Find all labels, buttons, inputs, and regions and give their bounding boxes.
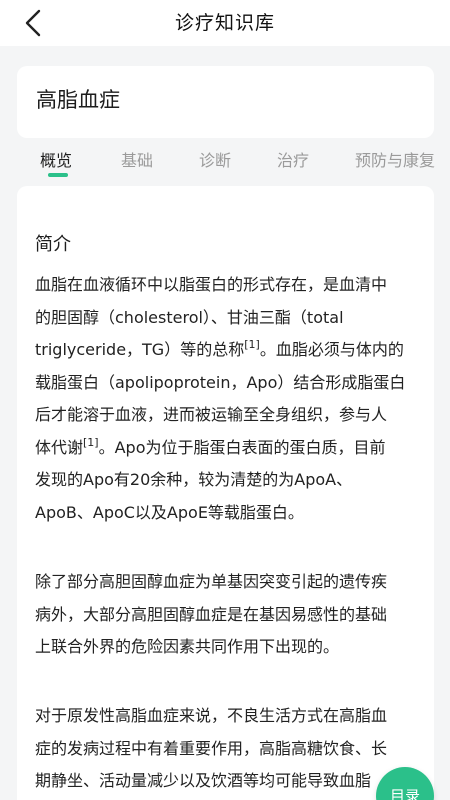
text-line: 载脂蛋白（apolipoprotein，Apo）结合形成脂蛋白: [35, 372, 406, 392]
page-title: 诊疗知识库: [174, 12, 275, 34]
text-line: 发现的Apo有20余种，较为清楚的为ApoA、: [35, 470, 353, 489]
text-segment: 。血脂必须与体内的: [259, 340, 404, 359]
tab-diagnosis[interactable]: 诊断: [199, 146, 231, 176]
text-line: triglyceride，TG）等的总称[1]。血脂必须与体内的: [35, 334, 420, 367]
text-line: 体代谢[1]。Apo为位于脂蛋白表面的蛋白质，目前: [35, 432, 420, 465]
text-line: 血脂在血液循环中以脂蛋白的形式存在，是血清中: [35, 275, 388, 294]
text-line: 的胆固醇（cholesterol）、甘油三酯（total: [35, 307, 344, 327]
citation-ref[interactable]: [1]: [83, 436, 99, 449]
text-line: 症的发病过程中有着重要作用，高脂高糖饮食、长: [35, 738, 388, 758]
intro-paragraph-3: 对于原发性高脂血症来说，不良生活方式在高脂血 症的发病过程中有着重要作用，高脂高…: [35, 700, 420, 798]
topic-title: 高脂血症: [36, 88, 120, 112]
tab-bar: 概览 基础 诊断 治疗 预防与康复: [0, 146, 450, 182]
text-line: ApoB、ApoC以及ApoE等载脂蛋白。: [35, 502, 304, 522]
section-title: 简介: [35, 234, 71, 255]
tab-basics[interactable]: 基础: [121, 146, 153, 176]
content-card: 简介 血脂在血液循环中以脂蛋白的形式存在，是血清中 的胆固醇（cholester…: [17, 186, 434, 800]
text-line: 后才能溶于血液，进而被运输至全身组织，参与人: [35, 405, 388, 424]
text-segment: 。Apo为位于脂蛋白表面的蛋白质，目前: [98, 437, 386, 457]
tab-prevention-rehab[interactable]: 预防与康复: [355, 146, 435, 176]
text-line: 上联合外界的危险因素共同作用下出现的。: [35, 637, 340, 656]
intro-paragraph-1: 血脂在血液循环中以脂蛋白的形式存在，是血清中 的胆固醇（cholesterol）…: [35, 269, 420, 529]
topic-card: 高脂血症: [17, 66, 434, 138]
toc-label: 目录: [389, 787, 420, 800]
intro-paragraph-2: 除了部分高胆固醇血症为单基因突变引起的遗传疾 病外，大部分高胆固醇血症是在基因易…: [35, 566, 420, 664]
text-line: 期静坐、活动量减少以及饮酒等均可能导致血脂: [35, 771, 372, 790]
tab-overview[interactable]: 概览: [40, 146, 72, 176]
tab-treatment[interactable]: 治疗: [277, 146, 309, 176]
app-screen: 诊疗知识库 高脂血症 概览 基础 诊断 治疗 预防与康复 简介 血脂在血液循环中…: [0, 0, 450, 800]
text-segment: triglyceride，TG）等的总称: [35, 340, 245, 359]
text-line: 病外，大部分高胆固醇血症是在基因易感性的基础: [35, 604, 388, 624]
text-line: 对于原发性高脂血症来说，不良生活方式在高脂血: [35, 706, 388, 725]
text-segment: 体代谢: [35, 437, 84, 457]
active-tab-indicator: [48, 173, 68, 177]
top-nav-bar: 诊疗知识库: [0, 0, 450, 46]
citation-ref[interactable]: [1]: [244, 338, 260, 351]
text-line: 除了部分高胆固醇血症为单基因突变引起的遗传疾: [35, 572, 388, 591]
